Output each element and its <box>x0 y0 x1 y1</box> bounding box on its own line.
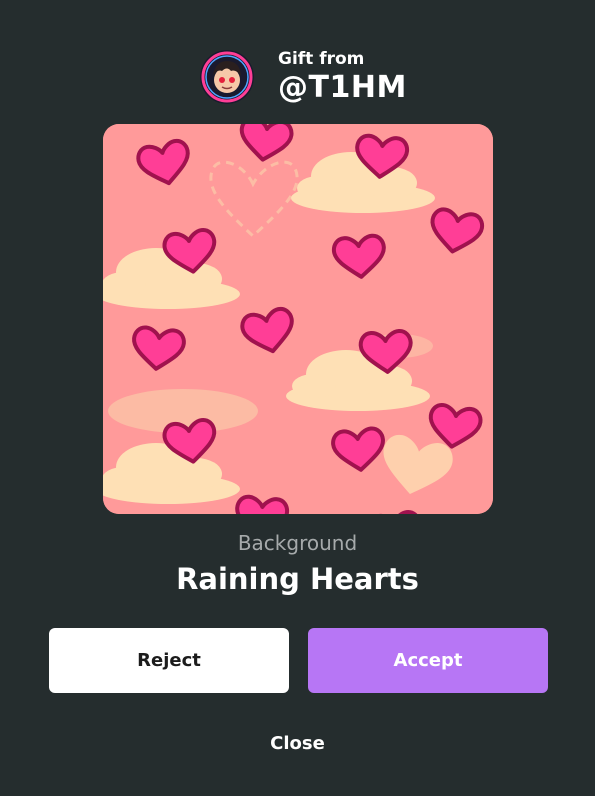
item-type-label: Background <box>237 531 358 555</box>
item-name: Raining Hearts <box>176 562 419 596</box>
accept-button[interactable]: Accept <box>308 628 548 693</box>
avatar[interactable] <box>200 50 254 104</box>
gift-from-label: Gift from <box>278 49 365 69</box>
gift-sender: Gift from @T1HM <box>200 50 407 104</box>
close-link[interactable]: Close <box>0 733 595 754</box>
reject-button[interactable]: Reject <box>49 628 289 693</box>
background-preview <box>103 124 493 514</box>
sender-username[interactable]: @T1HM <box>278 73 407 103</box>
